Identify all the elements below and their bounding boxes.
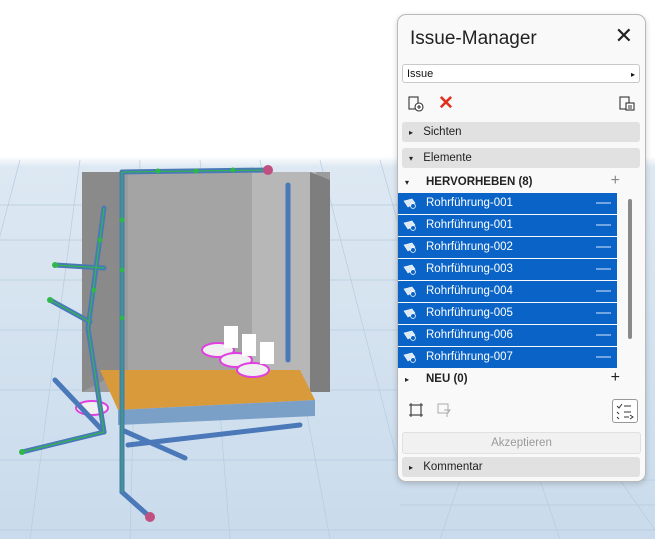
select-in-model-icon[interactable] — [408, 402, 424, 418]
element-row[interactable]: Rohrführung-005 — — [398, 303, 617, 324]
element-label: Rohrführung-007 — [426, 351, 513, 363]
section-label: Kommentar — [423, 461, 483, 473]
element-row[interactable]: Rohrführung-003 — — [398, 259, 617, 280]
element-row[interactable]: Rohrführung-007 — — [398, 347, 617, 368]
element-label: Rohrführung-005 — [426, 307, 513, 319]
element-row[interactable]: Rohrführung-001 — — [398, 215, 617, 236]
pipe-element-icon — [403, 330, 416, 341]
group-label: HERVORHEBEN (8) — [426, 176, 533, 188]
remove-icon[interactable]: — — [596, 346, 611, 367]
issue-dropdown-value: Issue — [407, 68, 434, 80]
expand-arrow-icon: ▸ — [408, 463, 413, 472]
element-row[interactable]: Rohrführung-002 — — [398, 237, 617, 258]
close-icon[interactable]: ✕ — [615, 23, 633, 49]
panel-title: Issue-Manager — [410, 28, 537, 49]
pipe-element-icon — [403, 220, 416, 231]
expand-arrow-icon: ▸ — [408, 128, 413, 137]
element-row[interactable]: Rohrführung-006 — — [398, 325, 617, 346]
dropdown-arrow-icon: ▸ — [630, 70, 635, 79]
group-label: NEU (0) — [426, 373, 468, 385]
pipe-element-icon — [403, 198, 416, 209]
export-icon[interactable] — [618, 95, 636, 113]
remove-icon[interactable]: — — [596, 302, 611, 323]
remove-icon[interactable]: — — [596, 192, 611, 213]
element-row[interactable]: Rohrführung-001 — — [398, 193, 617, 214]
section-label: Elemente — [423, 152, 472, 164]
add-icon[interactable]: + — [611, 368, 620, 388]
new-issue-icon[interactable] — [407, 95, 425, 113]
filter-elements-icon[interactable] — [436, 402, 452, 418]
element-label: Rohrführung-002 — [426, 241, 513, 253]
section-kommentar[interactable]: ▸ Kommentar — [402, 457, 640, 477]
element-label: Rohrführung-003 — [426, 263, 513, 275]
element-label: Rohrführung-001 — [426, 197, 513, 209]
accept-button[interactable]: Akzeptieren — [402, 432, 641, 454]
pipe-element-icon — [403, 352, 416, 363]
element-label: Rohrführung-001 — [426, 219, 513, 231]
delete-icon[interactable]: ✕ — [438, 92, 454, 115]
remove-icon[interactable]: — — [596, 258, 611, 279]
element-label: Rohrführung-004 — [426, 285, 513, 297]
scrollbar[interactable] — [628, 199, 632, 339]
pipe-element-icon — [403, 308, 416, 319]
add-icon[interactable]: + — [611, 171, 620, 191]
section-elemente[interactable]: ▾ Elemente — [402, 148, 640, 168]
pipe-element-icon — [403, 286, 416, 297]
remove-icon[interactable]: — — [596, 236, 611, 257]
issue-dropdown[interactable]: Issue ▸ — [402, 64, 640, 83]
group-neu[interactable]: ▸ NEU (0) + — [398, 369, 628, 389]
checklist-icon — [616, 403, 634, 420]
collapse-arrow-icon: ▾ — [408, 154, 413, 163]
issue-manager-panel: Issue-Manager ✕ Issue ▸ ✕ ▸ Sichten ▾ El… — [397, 14, 646, 482]
remove-icon[interactable]: — — [596, 324, 611, 345]
element-row[interactable]: Rohrführung-004 — — [398, 281, 617, 302]
collapse-arrow-icon: ▾ — [404, 178, 409, 187]
checklist-button[interactable] — [612, 399, 638, 423]
building-model — [75, 172, 330, 425]
section-label: Sichten — [423, 126, 462, 138]
expand-arrow-icon: ▸ — [404, 375, 409, 384]
remove-icon[interactable]: — — [596, 280, 611, 301]
section-sichten[interactable]: ▸ Sichten — [402, 122, 640, 142]
remove-icon[interactable]: — — [596, 214, 611, 235]
group-hervorheben[interactable]: ▾ HERVORHEBEN (8) + — [398, 172, 628, 192]
pipe-element-icon — [403, 264, 416, 275]
pipe-element-icon — [403, 242, 416, 253]
element-label: Rohrführung-006 — [426, 329, 513, 341]
